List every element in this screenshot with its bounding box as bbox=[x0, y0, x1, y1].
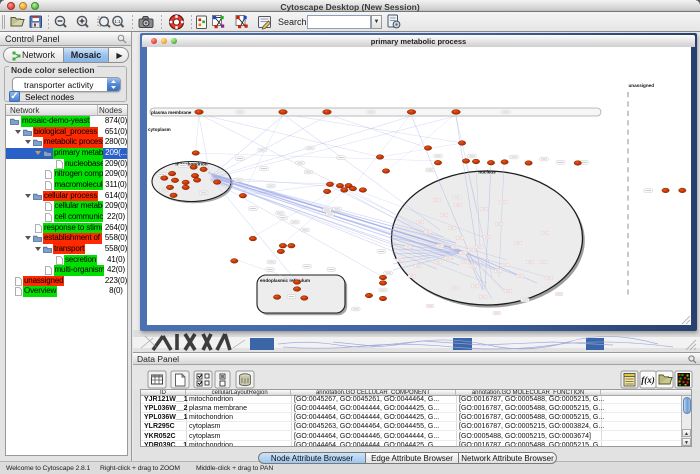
svg-text:cytoplasm: cytoplasm bbox=[148, 127, 171, 132]
svg-text:plasma membrane: plasma membrane bbox=[151, 110, 192, 115]
svg-text:endoplasmic reticulum: endoplasmic reticulum bbox=[260, 278, 310, 283]
svg-text:f(x): f(x) bbox=[641, 375, 655, 385]
svg-text:1:1: 1:1 bbox=[114, 19, 121, 24]
svg-text:unassigned: unassigned bbox=[629, 83, 655, 88]
svg-text:nucleus: nucleus bbox=[478, 170, 496, 175]
